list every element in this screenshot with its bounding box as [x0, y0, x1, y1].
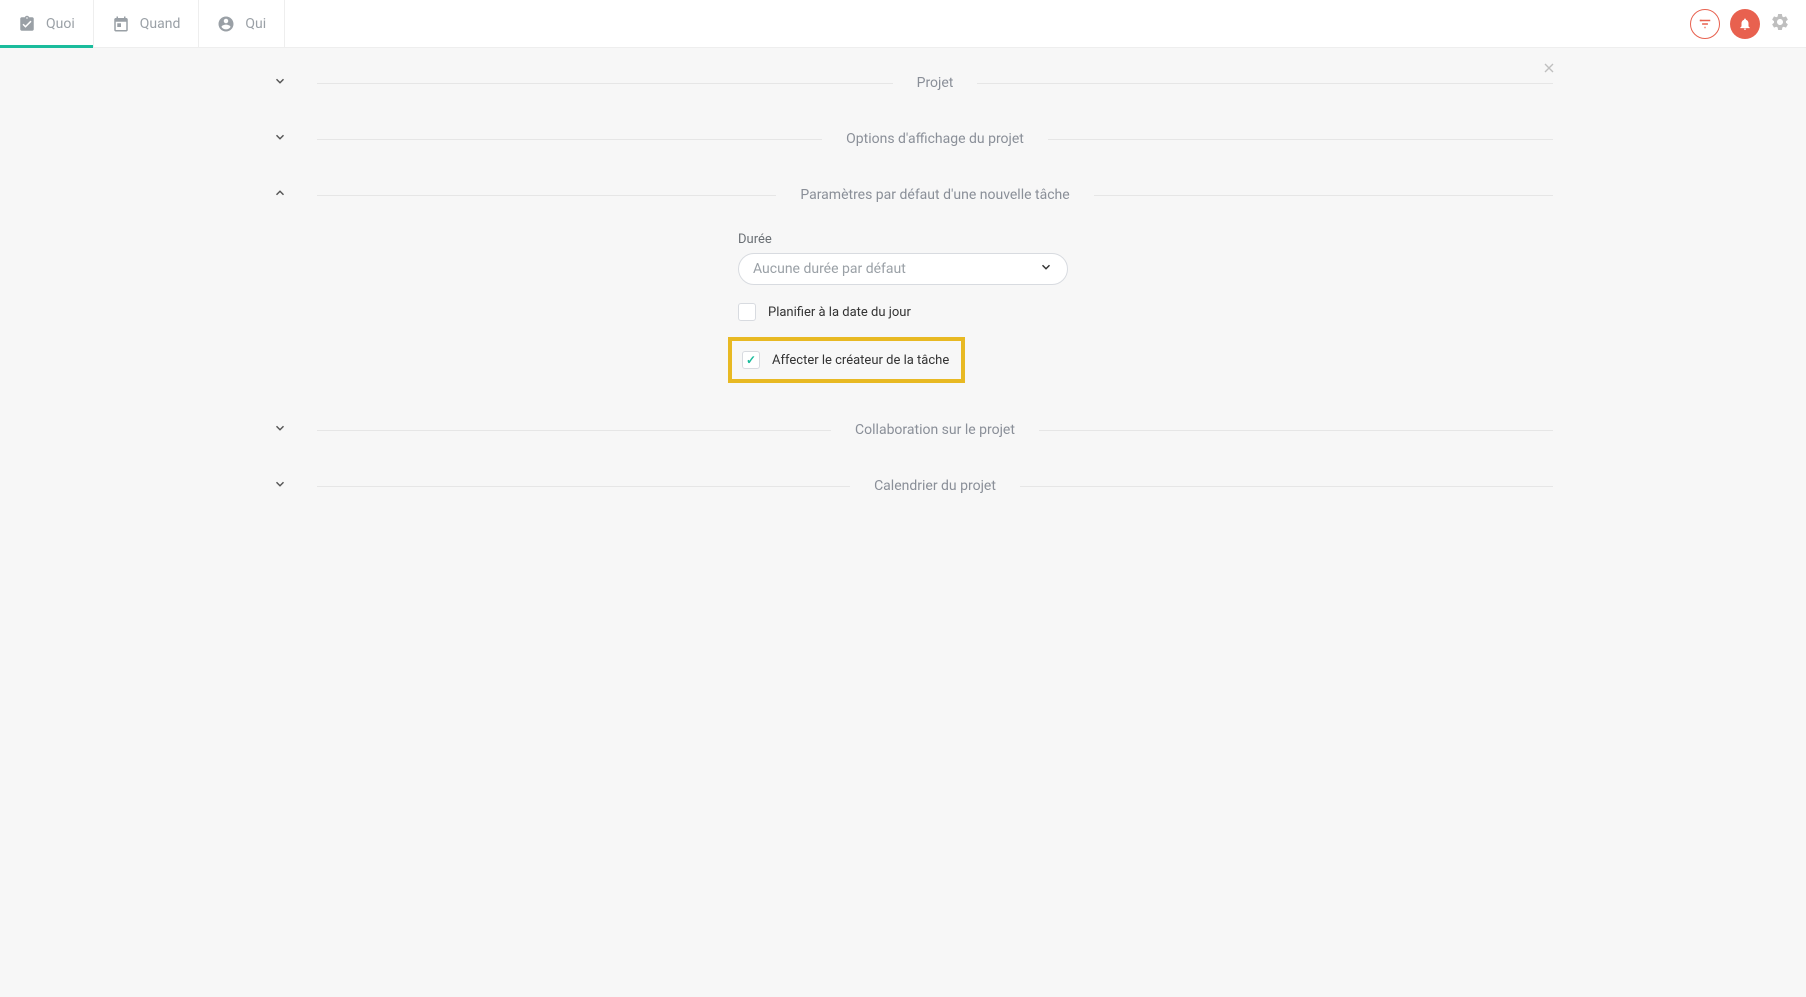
divider: [317, 195, 776, 196]
tab-label: Quand: [140, 16, 181, 32]
highlight-affecter: Affecter le créateur de la tâche: [728, 337, 965, 383]
chevron-down-icon: [1039, 260, 1053, 278]
planifier-checkbox[interactable]: [738, 303, 756, 321]
affecter-label[interactable]: Affecter le créateur de la tâche: [772, 353, 949, 368]
settings-panel: Projet Options d'affichage du projet Par…: [233, 48, 1573, 535]
chevron-down-icon: [273, 130, 293, 148]
tab-quand[interactable]: Quand: [94, 0, 200, 47]
form-column: Durée Aucune durée par défaut Planifier …: [738, 232, 1068, 383]
tab-qui[interactable]: Qui: [199, 0, 285, 47]
divider: [317, 139, 822, 140]
section-options-affichage[interactable]: Options d'affichage du projet: [253, 130, 1553, 148]
affecter-checkbox[interactable]: [742, 351, 760, 369]
settings-button[interactable]: [1770, 12, 1790, 36]
duree-select[interactable]: Aucune durée par défaut: [738, 253, 1068, 285]
divider: [977, 83, 1553, 84]
section-parametres-defaut[interactable]: Paramètres par défaut d'une nouvelle tâc…: [253, 186, 1553, 204]
tabs: Quoi Quand Qui: [0, 0, 285, 47]
tab-label: Quoi: [46, 16, 75, 32]
tab-quoi[interactable]: Quoi: [0, 0, 94, 47]
calendar-icon: [112, 15, 130, 33]
divider: [317, 430, 831, 431]
section-title: Paramètres par défaut d'une nouvelle tâc…: [800, 187, 1069, 203]
divider: [1039, 430, 1553, 431]
section-projet[interactable]: Projet: [253, 74, 1553, 92]
chevron-down-icon: [273, 477, 293, 495]
chevron-up-icon: [273, 186, 293, 204]
divider: [317, 486, 850, 487]
notifications-button[interactable]: [1730, 9, 1760, 39]
header-actions: [1690, 0, 1806, 47]
section-title: Projet: [917, 75, 954, 91]
divider: [1094, 195, 1553, 196]
filter-button[interactable]: [1690, 9, 1720, 39]
person-icon: [217, 15, 235, 33]
planifier-label[interactable]: Planifier à la date du jour: [768, 305, 911, 320]
duree-label: Durée: [738, 232, 1068, 247]
chevron-down-icon: [273, 74, 293, 92]
header: Quoi Quand Qui: [0, 0, 1806, 48]
divider: [1048, 139, 1553, 140]
close-button[interactable]: [1541, 60, 1557, 81]
section-title: Collaboration sur le projet: [855, 422, 1015, 438]
section-collaboration[interactable]: Collaboration sur le projet: [253, 421, 1553, 439]
divider: [317, 83, 893, 84]
duree-value: Aucune durée par défaut: [753, 261, 906, 277]
divider: [1020, 486, 1553, 487]
section-title: Options d'affichage du projet: [846, 131, 1024, 147]
section-title: Calendrier du projet: [874, 478, 996, 494]
section-body-parametres: Durée Aucune durée par défaut Planifier …: [253, 232, 1553, 383]
checkbox-task-icon: [18, 15, 36, 33]
section-calendrier[interactable]: Calendrier du projet: [253, 477, 1553, 495]
tab-label: Qui: [245, 16, 266, 32]
chevron-down-icon: [273, 421, 293, 439]
planifier-row: Planifier à la date du jour: [738, 303, 1068, 321]
